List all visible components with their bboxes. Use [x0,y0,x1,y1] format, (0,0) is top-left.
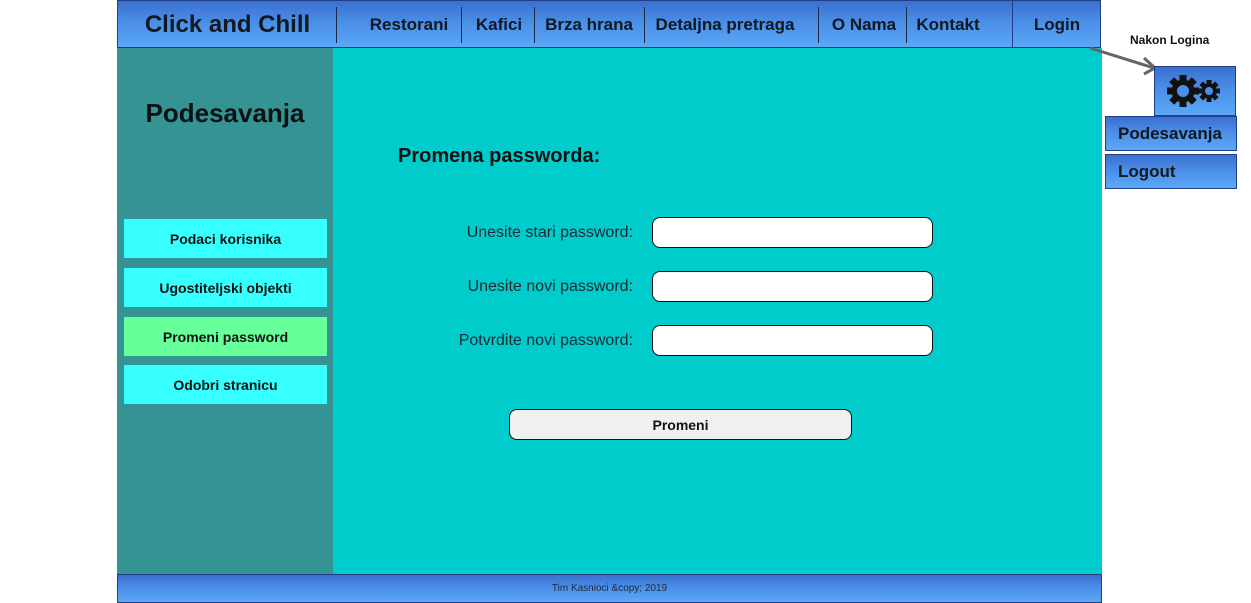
sidebar-item-ugostiteljski-objekti[interactable]: Ugostiteljski objekti [124,268,327,307]
main-content: Promena passworda: Unesite stari passwor… [333,48,1102,574]
nav-detaljna-pretraga[interactable]: Detaljna pretraga [652,1,798,49]
gear-icon [1167,75,1220,107]
nav-brza-hrana[interactable]: Brza hrana [542,1,636,49]
nav-separator [818,7,819,43]
old-password-label: Unesite stari password: [466,224,633,241]
after-login-note: Nakon Logina [1130,33,1210,47]
change-password-button[interactable]: Promeni [509,409,852,440]
nav-separator [534,7,535,43]
sidebar-title: Podesavanja [145,98,305,128]
sidebar-item-promeni-password[interactable]: Promeni password [124,317,327,356]
new-password-input[interactable] [652,271,933,302]
old-password-input[interactable] [652,217,933,248]
brand-title[interactable]: Click and Chill [118,1,337,49]
settings-sidebar: Podesavanja Podaci korisnika Ugostiteljs… [117,48,333,574]
dropdown-item-podesavanja[interactable]: Podesavanja [1105,116,1237,151]
nav-kafici[interactable]: Kafici [470,1,528,49]
sidebar-item-podaci-korisnika[interactable]: Podaci korisnika [124,219,327,258]
page-heading: Promena passworda: [398,145,601,167]
confirm-password-input[interactable] [652,325,933,356]
footer: Tim Kasnioci &copy; 2019 [117,574,1102,603]
arrow-icon [1089,46,1158,76]
nav-separator [336,7,337,43]
sidebar-item-odobri-stranicu[interactable]: Odobri stranicu [124,365,327,404]
dropdown-item-logout[interactable]: Logout [1105,154,1237,189]
new-password-label: Unesite novi password: [467,278,633,295]
nav-o-nama[interactable]: O Nama [826,1,902,49]
settings-gear-button[interactable] [1154,66,1236,116]
login-button[interactable]: Login [1012,1,1101,49]
nav-separator [461,7,462,43]
nav-separator [906,7,907,43]
confirm-password-label: Potvrdite novi password: [458,332,633,349]
nav-restorani[interactable]: Restorani [366,1,452,49]
nav-separator [644,7,645,43]
top-navbar: Click and Chill Restorani Kafici Brza hr… [117,0,1101,49]
nav-kontakt[interactable]: Kontakt [912,1,984,49]
